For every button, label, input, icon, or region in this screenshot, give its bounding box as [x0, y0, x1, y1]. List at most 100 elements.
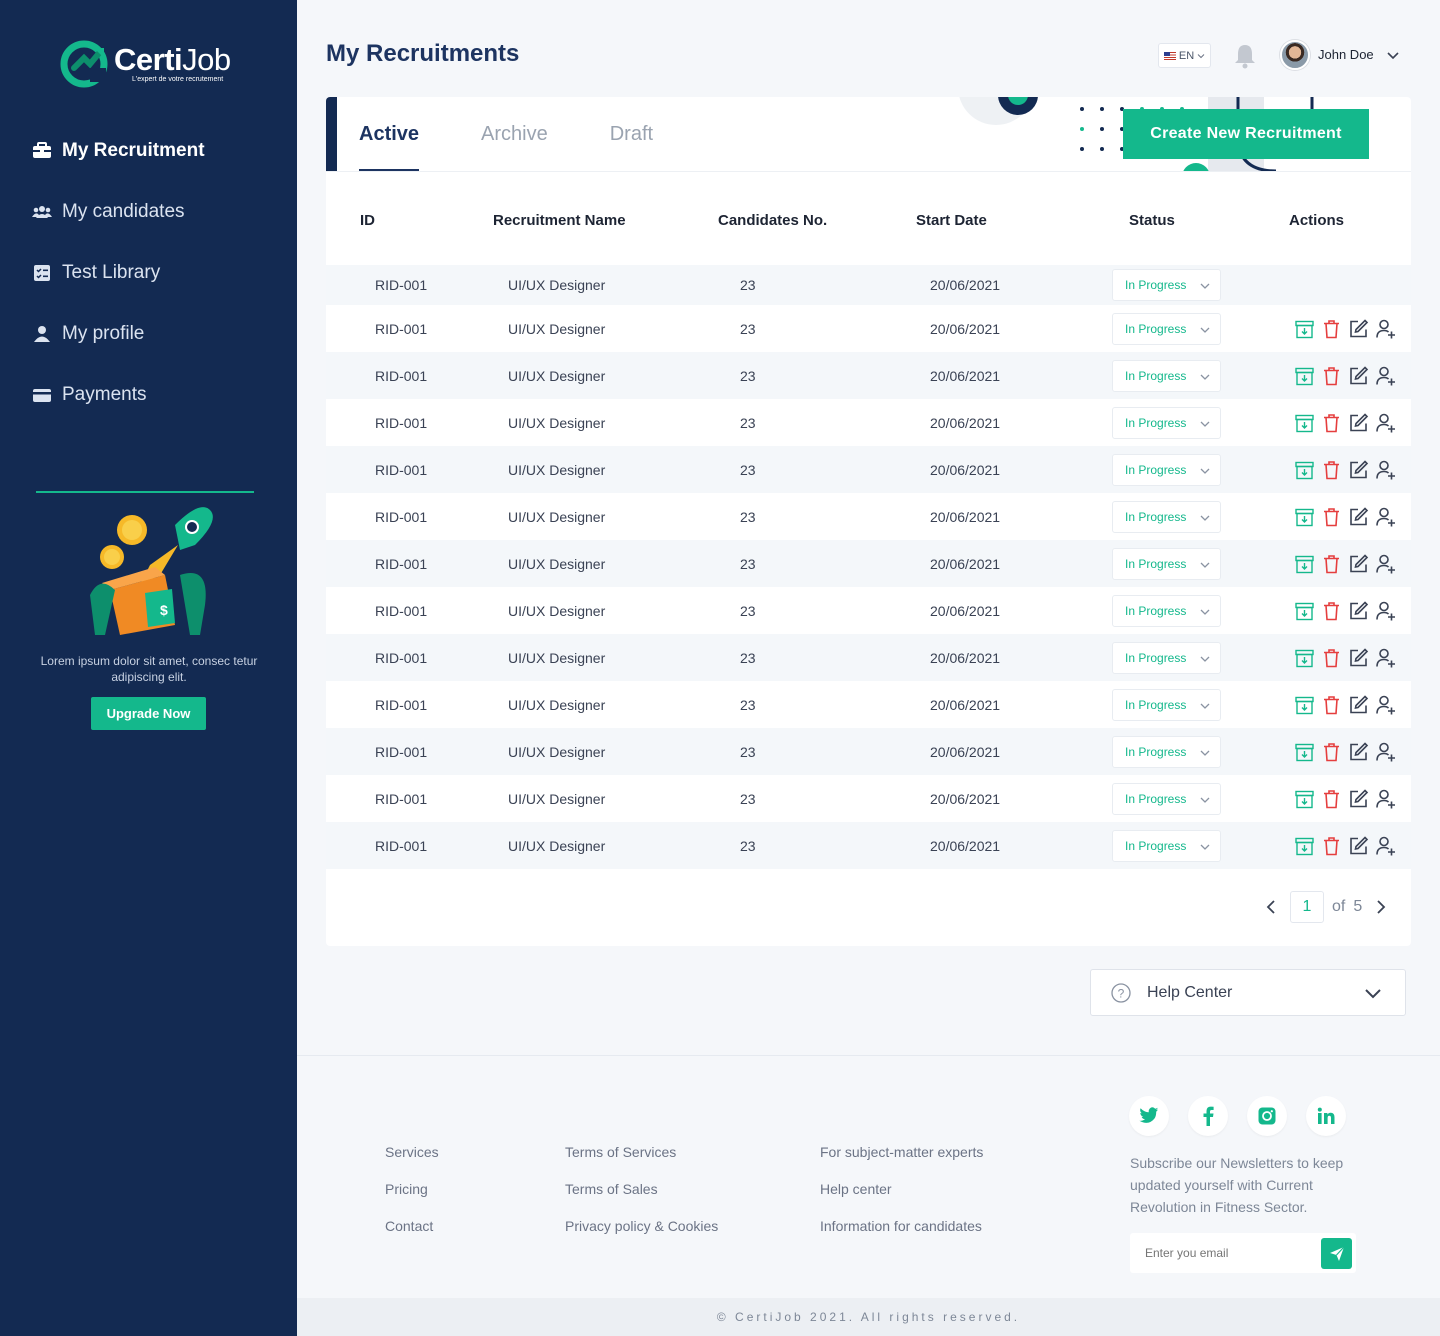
- add-user-icon[interactable]: [1375, 835, 1396, 856]
- current-page-input[interactable]: 1: [1290, 891, 1324, 923]
- add-user-icon[interactable]: [1375, 365, 1396, 386]
- tab-active[interactable]: Active: [359, 97, 420, 171]
- footer-link-services[interactable]: Services: [385, 1144, 439, 1181]
- newsletter-email-input[interactable]: [1130, 1233, 1315, 1273]
- trash-icon[interactable]: [1321, 694, 1342, 715]
- edit-icon[interactable]: [1348, 647, 1369, 668]
- add-user-icon[interactable]: [1375, 506, 1396, 527]
- add-user-icon[interactable]: [1375, 459, 1396, 480]
- table-row[interactable]: RID-001 UI/UX Designer 23 20/06/2021 In Prog…: [326, 728, 1411, 775]
- table-row[interactable]: RID-001 UI/UX Designer 23 20/06/2021 In Prog…: [326, 493, 1411, 540]
- edit-icon[interactable]: [1348, 788, 1369, 809]
- add-user-icon[interactable]: [1375, 600, 1396, 621]
- footer-link-experts[interactable]: For subject-matter experts: [820, 1144, 983, 1181]
- edit-icon[interactable]: [1348, 553, 1369, 574]
- table-row[interactable]: RID-001 UI/UX Designer 23 20/06/2021 In Prog…: [326, 775, 1411, 822]
- edit-icon[interactable]: [1348, 741, 1369, 762]
- edit-icon[interactable]: [1348, 600, 1369, 621]
- sidebar-item-test-library[interactable]: Test Library: [0, 242, 297, 303]
- avatar[interactable]: [1280, 40, 1310, 70]
- edit-icon[interactable]: [1348, 459, 1369, 480]
- add-user-icon[interactable]: [1375, 694, 1396, 715]
- footer-link-terms-sales[interactable]: Terms of Sales: [565, 1181, 718, 1218]
- archive-icon[interactable]: [1294, 506, 1315, 527]
- trash-icon[interactable]: [1321, 506, 1342, 527]
- archive-icon[interactable]: [1294, 365, 1315, 386]
- newsletter-submit-button[interactable]: [1321, 1238, 1352, 1269]
- chevron-right-icon[interactable]: [1370, 896, 1392, 918]
- trash-icon[interactable]: [1321, 318, 1342, 339]
- status-dropdown[interactable]: In Progress: [1112, 688, 1221, 721]
- status-dropdown[interactable]: In Progress: [1112, 269, 1221, 301]
- status-dropdown[interactable]: In Progress: [1112, 406, 1221, 439]
- table-row[interactable]: RID-001 UI/UX Designer 23 20/06/2021 In Prog…: [326, 305, 1411, 352]
- status-dropdown[interactable]: In Progress: [1112, 594, 1221, 627]
- instagram-icon[interactable]: [1247, 1096, 1287, 1136]
- archive-icon[interactable]: [1294, 318, 1315, 339]
- trash-icon[interactable]: [1321, 412, 1342, 433]
- archive-icon[interactable]: [1294, 788, 1315, 809]
- archive-icon[interactable]: [1294, 553, 1315, 574]
- tab-archive[interactable]: Archive: [481, 97, 548, 171]
- trash-icon[interactable]: [1321, 365, 1342, 386]
- status-dropdown[interactable]: In Progress: [1112, 829, 1221, 862]
- notification-bell-icon[interactable]: [1233, 43, 1257, 69]
- status-dropdown[interactable]: In Progress: [1112, 312, 1221, 345]
- facebook-icon[interactable]: [1188, 1096, 1228, 1136]
- edit-icon[interactable]: [1348, 412, 1369, 433]
- add-user-icon[interactable]: [1375, 412, 1396, 433]
- trash-icon[interactable]: [1321, 835, 1342, 856]
- column-header-start-date[interactable]: Start Date: [916, 212, 987, 229]
- column-header-id[interactable]: ID: [360, 212, 375, 229]
- upgrade-now-button[interactable]: Upgrade Now: [91, 697, 206, 730]
- edit-icon[interactable]: [1348, 835, 1369, 856]
- status-dropdown[interactable]: In Progress: [1112, 735, 1221, 768]
- edit-icon[interactable]: [1348, 365, 1369, 386]
- column-header-status[interactable]: Status: [1129, 212, 1175, 229]
- linkedin-icon[interactable]: [1306, 1096, 1346, 1136]
- create-new-recruitment-button[interactable]: Create New Recruitment: [1123, 109, 1369, 159]
- sidebar-item-my-profile[interactable]: My profile: [0, 303, 297, 364]
- trash-icon[interactable]: [1321, 647, 1342, 668]
- sidebar-item-my-candidates[interactable]: My candidates: [0, 181, 297, 242]
- tab-draft[interactable]: Draft: [610, 97, 653, 171]
- archive-icon[interactable]: [1294, 694, 1315, 715]
- edit-icon[interactable]: [1348, 318, 1369, 339]
- column-header-name[interactable]: Recruitment Name: [493, 212, 626, 229]
- table-row[interactable]: RID-001 UI/UX Designer 23 20/06/2021 In Prog…: [326, 587, 1411, 634]
- table-row[interactable]: RID-001 UI/UX Designer 23 20/06/2021 In Prog…: [326, 822, 1411, 869]
- table-row[interactable]: RID-001 UI/UX Designer 23 20/06/2021 In Prog…: [326, 634, 1411, 681]
- footer-link-help-center[interactable]: Help center: [820, 1181, 983, 1218]
- status-dropdown[interactable]: In Progress: [1112, 547, 1221, 580]
- edit-icon[interactable]: [1348, 506, 1369, 527]
- add-user-icon[interactable]: [1375, 647, 1396, 668]
- trash-icon[interactable]: [1321, 553, 1342, 574]
- archive-icon[interactable]: [1294, 835, 1315, 856]
- table-row[interactable]: RID-001 UI/UX Designer 23 20/06/2021 In Prog…: [326, 681, 1411, 728]
- table-row[interactable]: RID-001 UI/UX Designer 23 20/06/2021 In Prog…: [326, 352, 1411, 399]
- trash-icon[interactable]: [1321, 459, 1342, 480]
- add-user-icon[interactable]: [1375, 741, 1396, 762]
- sidebar-item-payments[interactable]: Payments: [0, 364, 297, 425]
- archive-icon[interactable]: [1294, 741, 1315, 762]
- language-selector[interactable]: EN: [1158, 43, 1211, 68]
- footer-link-terms-services[interactable]: Terms of Services: [565, 1144, 718, 1181]
- footer-link-pricing[interactable]: Pricing: [385, 1181, 439, 1218]
- chevron-down-icon[interactable]: [1385, 47, 1401, 63]
- trash-icon[interactable]: [1321, 788, 1342, 809]
- trash-icon[interactable]: [1321, 600, 1342, 621]
- status-dropdown[interactable]: In Progress: [1112, 500, 1221, 533]
- chevron-left-icon[interactable]: [1260, 896, 1282, 918]
- table-row[interactable]: RID-001 UI/UX Designer 23 20/06/2021 In Prog…: [326, 540, 1411, 587]
- table-row[interactable]: RID-001 UI/UX Designer 23 20/06/2021 In Prog…: [326, 265, 1411, 305]
- edit-icon[interactable]: [1348, 694, 1369, 715]
- user-name[interactable]: John Doe: [1318, 47, 1374, 62]
- column-header-candidates[interactable]: Candidates No.: [718, 212, 827, 229]
- table-row[interactable]: RID-001 UI/UX Designer 23 20/06/2021 In Prog…: [326, 446, 1411, 493]
- help-center-dropdown[interactable]: ? Help Center: [1090, 969, 1406, 1016]
- status-dropdown[interactable]: In Progress: [1112, 641, 1221, 674]
- status-dropdown[interactable]: In Progress: [1112, 453, 1221, 486]
- archive-icon[interactable]: [1294, 459, 1315, 480]
- footer-link-privacy[interactable]: Privacy policy & Cookies: [565, 1218, 718, 1255]
- archive-icon[interactable]: [1294, 600, 1315, 621]
